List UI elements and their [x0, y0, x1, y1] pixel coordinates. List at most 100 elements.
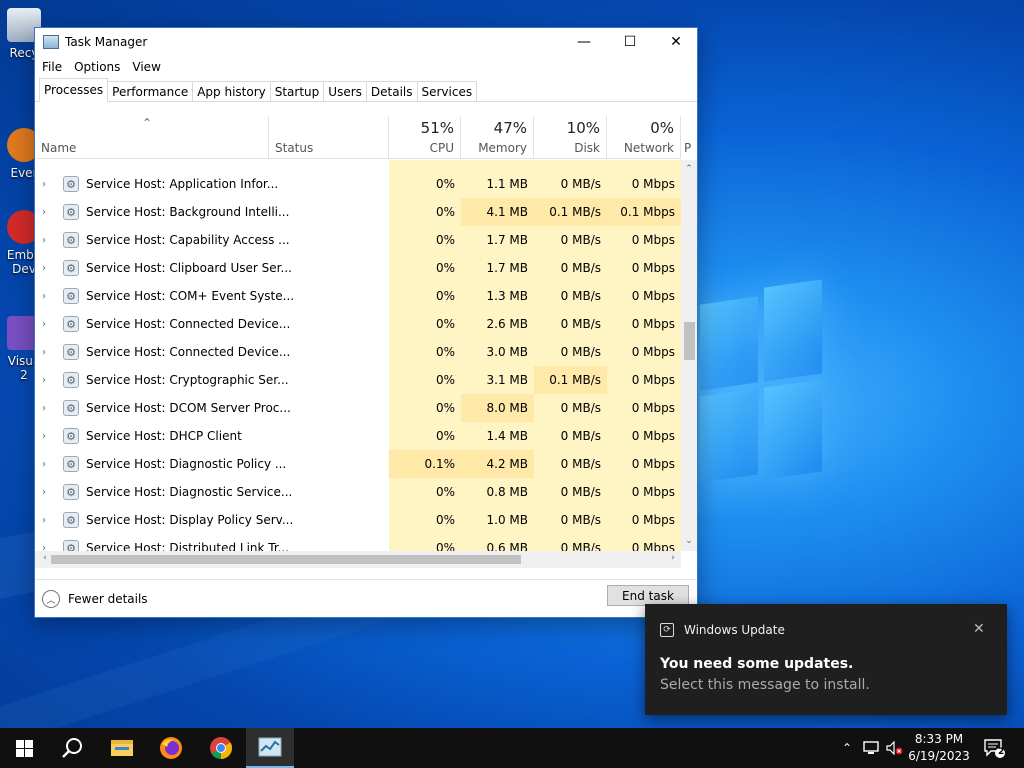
- column-header-network[interactable]: 0% Network: [607, 116, 681, 159]
- window-title: Task Manager: [65, 35, 148, 49]
- process-row[interactable]: › ⚙ Service Host: Background Intelli... 0% 4…: [35, 198, 681, 226]
- scroll-up-icon[interactable]: ⌃: [681, 164, 697, 174]
- expand-chevron-icon[interactable]: ›: [42, 459, 46, 470]
- process-network-value: 0 Mbps: [631, 289, 675, 303]
- volume-muted-icon: [886, 741, 903, 755]
- process-network-value: 0 Mbps: [631, 513, 675, 527]
- tab-startup[interactable]: Startup: [269, 81, 325, 101]
- taskbar-chrome[interactable]: [197, 728, 245, 768]
- expand-chevron-icon[interactable]: ›: [42, 179, 46, 190]
- vertical-scrollbar[interactable]: ⌃ ⌄: [681, 160, 697, 551]
- tab-details[interactable]: Details: [365, 81, 418, 101]
- process-cpu-value: 0%: [435, 177, 455, 191]
- notification-close-icon[interactable]: ✕: [973, 621, 985, 637]
- process-cpu-value: 0%: [435, 317, 455, 331]
- tab-processes[interactable]: Processes: [39, 78, 109, 102]
- scroll-right-icon[interactable]: ›: [665, 553, 681, 563]
- tab-app-history[interactable]: App history: [192, 81, 271, 101]
- process-memory-value: 8.0 MB: [461, 394, 534, 422]
- notification-count-badge: 2: [998, 747, 1005, 757]
- search-button[interactable]: [48, 728, 96, 768]
- process-memory-value: 1.1 MB: [486, 177, 528, 191]
- process-row[interactable]: › ⚙ Service Host: Display Policy Serv... 0%…: [35, 506, 681, 534]
- expand-chevron-icon[interactable]: ›: [42, 207, 46, 218]
- process-row[interactable]: › ⚙ Service Host: Distributed Link Tr... 0%…: [35, 534, 681, 551]
- expand-chevron-icon[interactable]: ›: [42, 319, 46, 330]
- process-row[interactable]: › ⚙ Service Host: Connected Device... 0% 2.6…: [35, 310, 681, 338]
- process-disk-value: 0 MB/s: [560, 513, 601, 527]
- process-name: Service Host: Application Infor...: [86, 177, 279, 191]
- minimize-button[interactable]: —: [561, 28, 607, 56]
- end-task-button[interactable]: End task: [607, 585, 689, 606]
- expand-chevron-icon[interactable]: ›: [42, 431, 46, 442]
- process-row[interactable]: › ⚙ Service Host: Diagnostic Service... 0% 0…: [35, 478, 681, 506]
- expand-chevron-icon[interactable]: ›: [42, 487, 46, 498]
- menu-options[interactable]: Options: [74, 60, 120, 74]
- process-disk-value: 0.1 MB/s: [534, 366, 607, 394]
- process-row[interactable]: › ⚙ Service Host: Diagnostic Policy ... 0.1…: [35, 450, 681, 478]
- expand-chevron-icon[interactable]: ›: [42, 291, 46, 302]
- process-row[interactable]: › ⚙ Service Host: COM+ Event Syste... 0% 1.3…: [35, 282, 681, 310]
- process-row[interactable]: › ⚙ Service Host: Clipboard User Ser... 0% 1…: [35, 254, 681, 282]
- expand-chevron-icon[interactable]: ›: [42, 403, 46, 414]
- process-row[interactable]: › ⚙ Service Host: DCOM Server Proc... 0% 8.0…: [35, 394, 681, 422]
- menu-view[interactable]: View: [132, 60, 160, 74]
- expand-chevron-icon[interactable]: ›: [42, 543, 46, 552]
- taskbar-file-explorer[interactable]: [98, 728, 146, 768]
- expand-chevron-icon[interactable]: ›: [42, 347, 46, 358]
- show-hidden-icons-button[interactable]: ⌃: [838, 728, 856, 768]
- scroll-down-icon[interactable]: ⌄: [681, 536, 697, 546]
- taskbar-task-manager[interactable]: [246, 728, 294, 768]
- start-button[interactable]: [0, 728, 48, 768]
- chrome-icon: [210, 737, 232, 759]
- firefox-icon: [160, 737, 182, 759]
- service-gear-icon: ⚙: [63, 428, 79, 444]
- maximize-button[interactable]: ☐: [607, 28, 653, 56]
- process-disk-value: 0 MB/s: [560, 429, 601, 443]
- process-row[interactable]: › ⚙ Service Host: Connected Device... 0% 3.0…: [35, 338, 681, 366]
- process-row[interactable]: › ⚙ Service Host: Application Infor... 0% 1.…: [35, 170, 681, 198]
- close-icon: ✕: [670, 34, 682, 50]
- process-name: Service Host: Distributed Link Tr...: [86, 541, 290, 551]
- process-row[interactable]: › ⚙ Service Host: Cryptographic Ser... 0% 3.…: [35, 366, 681, 394]
- vertical-scroll-thumb[interactable]: [684, 322, 695, 360]
- process-disk-value: 0 MB/s: [560, 261, 601, 275]
- process-row[interactable]: › ⚙ Service Host: DHCP Client 0% 1.4 MB 0 MB/…: [35, 422, 681, 450]
- process-cpu-value: 0%: [435, 345, 455, 359]
- network-tray-button[interactable]: [860, 728, 882, 768]
- process-name: Service Host: Clipboard User Ser...: [86, 261, 292, 275]
- horizontal-scroll-thumb[interactable]: [51, 555, 521, 564]
- column-header-memory[interactable]: 47% Memory: [461, 116, 534, 159]
- expand-chevron-icon[interactable]: ›: [42, 235, 46, 246]
- tab-users[interactable]: Users: [323, 81, 367, 101]
- expand-chevron-icon[interactable]: ›: [42, 375, 46, 386]
- tab-services[interactable]: Services: [416, 81, 478, 101]
- process-memory-value: 4.2 MB: [461, 450, 534, 478]
- column-header-status[interactable]: Status: [269, 116, 389, 159]
- process-disk-value: 0 MB/s: [560, 289, 601, 303]
- service-gear-icon: ⚙: [63, 176, 79, 192]
- close-button[interactable]: ✕: [653, 28, 699, 56]
- column-header-disk[interactable]: 10% Disk: [534, 116, 607, 159]
- taskbar-clock[interactable]: 8:33 PM 6/19/2023: [905, 731, 973, 765]
- column-header-cpu[interactable]: 51% CPU: [389, 116, 461, 159]
- process-memory-value: 4.1 MB: [461, 198, 534, 226]
- process-network-value: 0 Mbps: [631, 485, 675, 499]
- windows-update-notification[interactable]: ⟳ Windows Update ✕ You need some updates…: [645, 604, 1007, 715]
- volume-tray-button[interactable]: [884, 728, 906, 768]
- column-header-name[interactable]: Name: [35, 116, 269, 159]
- network-icon: [863, 741, 879, 754]
- taskbar-firefox[interactable]: [147, 728, 195, 768]
- process-row[interactable]: › ⚙ Service Host: Capability Access ... 0% 1…: [35, 226, 681, 254]
- tab-performance[interactable]: Performance: [107, 81, 194, 101]
- menu-file[interactable]: File: [42, 60, 62, 74]
- title-bar[interactable]: Task Manager — ☐ ✕: [35, 28, 697, 56]
- column-header-power[interactable]: P: [681, 116, 697, 159]
- process-cpu-value: 0%: [435, 429, 455, 443]
- process-cpu-value: 0%: [435, 233, 455, 247]
- expand-chevron-icon[interactable]: ›: [42, 263, 46, 274]
- fewer-details-button[interactable]: ︿ Fewer details: [42, 590, 148, 608]
- horizontal-scrollbar[interactable]: ‹ ›: [35, 551, 681, 568]
- action-center-button[interactable]: 2: [978, 728, 1010, 768]
- expand-chevron-icon[interactable]: ›: [42, 515, 46, 526]
